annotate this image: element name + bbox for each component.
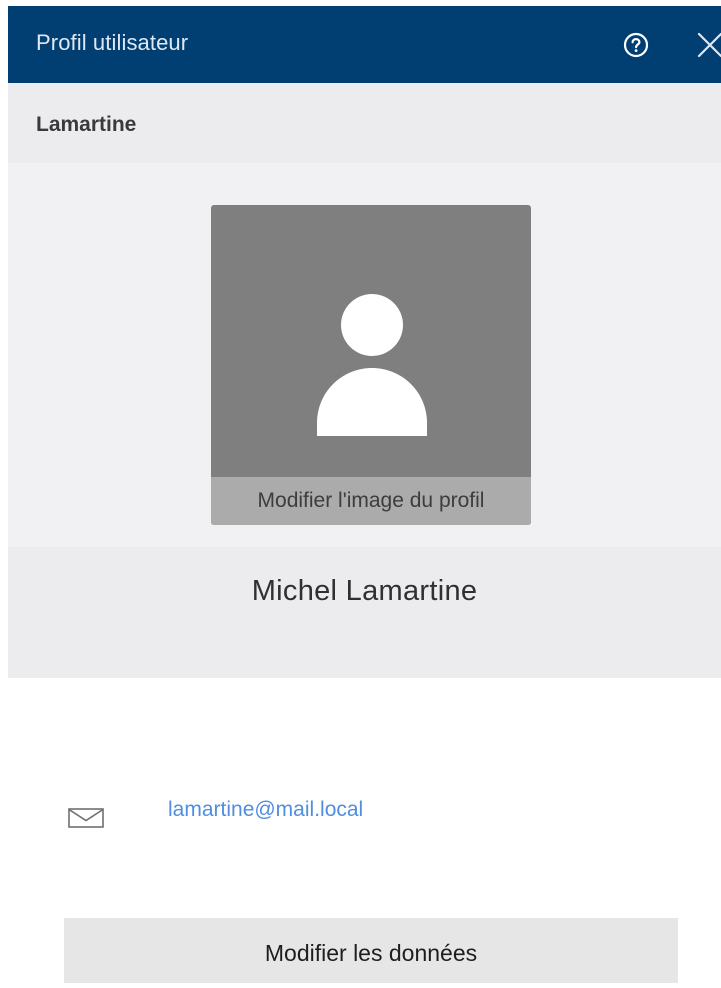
user-full-name: Michel Lamartine [251, 575, 478, 607]
edit-data-button[interactable]: Modifier les données [64, 918, 678, 983]
help-icon[interactable] [623, 32, 649, 58]
dialog-header: Profil utilisateur [8, 6, 721, 83]
email-row: lamartine@mail.local [68, 792, 668, 832]
envelope-icon [68, 808, 104, 828]
user-silhouette-icon [211, 205, 531, 477]
profile-picture[interactable]: Modifier l'image du profil [211, 205, 531, 525]
change-picture-label[interactable]: Modifier l'image du profil [211, 477, 531, 525]
subheader: Lamartine [8, 83, 721, 163]
user-short-name: Lamartine [36, 113, 137, 136]
email-link[interactable]: lamartine@mail.local [168, 798, 363, 822]
close-icon[interactable] [690, 32, 721, 58]
name-area: Michel Lamartine [8, 547, 721, 678]
dialog-title: Profil utilisateur [36, 30, 189, 55]
